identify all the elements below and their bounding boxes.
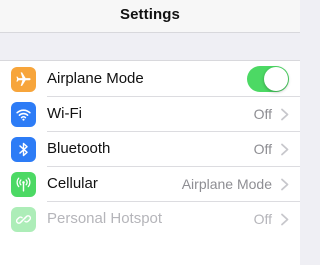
- chevron-right-icon: [281, 178, 289, 191]
- navigation-bar: Settings: [0, 0, 300, 33]
- cellular-status: Airplane Mode: [181, 176, 272, 192]
- bluetooth-status: Off: [253, 141, 272, 157]
- cellular-icon: [11, 172, 36, 197]
- settings-screen: Settings Airplane Mode Wi-Fi Off Bluetoo…: [0, 0, 300, 265]
- wifi-label: Wi-Fi: [47, 105, 82, 122]
- chevron-right-icon: [281, 213, 289, 226]
- airplane-mode-toggle[interactable]: [247, 66, 289, 92]
- page-title: Settings: [120, 6, 180, 23]
- toggle-knob: [264, 67, 288, 91]
- airplane-mode-label: Airplane Mode: [47, 70, 144, 87]
- cellular-row[interactable]: Cellular Airplane Mode: [0, 166, 300, 202]
- personal-hotspot-status: Off: [253, 211, 272, 227]
- airplane-icon: [11, 67, 36, 92]
- wifi-icon: [11, 102, 36, 127]
- cellular-label: Cellular: [47, 175, 98, 192]
- airplane-mode-row[interactable]: Airplane Mode: [0, 61, 300, 97]
- wifi-row[interactable]: Wi-Fi Off: [0, 96, 300, 132]
- chevron-right-icon: [281, 108, 289, 121]
- settings-group: Airplane Mode Wi-Fi Off Bluetooth Off Ce…: [0, 60, 300, 265]
- personal-hotspot-label: Personal Hotspot: [47, 210, 163, 227]
- bluetooth-icon: [11, 137, 36, 162]
- chevron-right-icon: [281, 143, 289, 156]
- personal-hotspot-row[interactable]: Personal Hotspot Off: [0, 201, 300, 237]
- bluetooth-row[interactable]: Bluetooth Off: [0, 131, 300, 167]
- hotspot-icon: [11, 207, 36, 232]
- wifi-status: Off: [253, 106, 272, 122]
- bluetooth-label: Bluetooth: [47, 140, 111, 157]
